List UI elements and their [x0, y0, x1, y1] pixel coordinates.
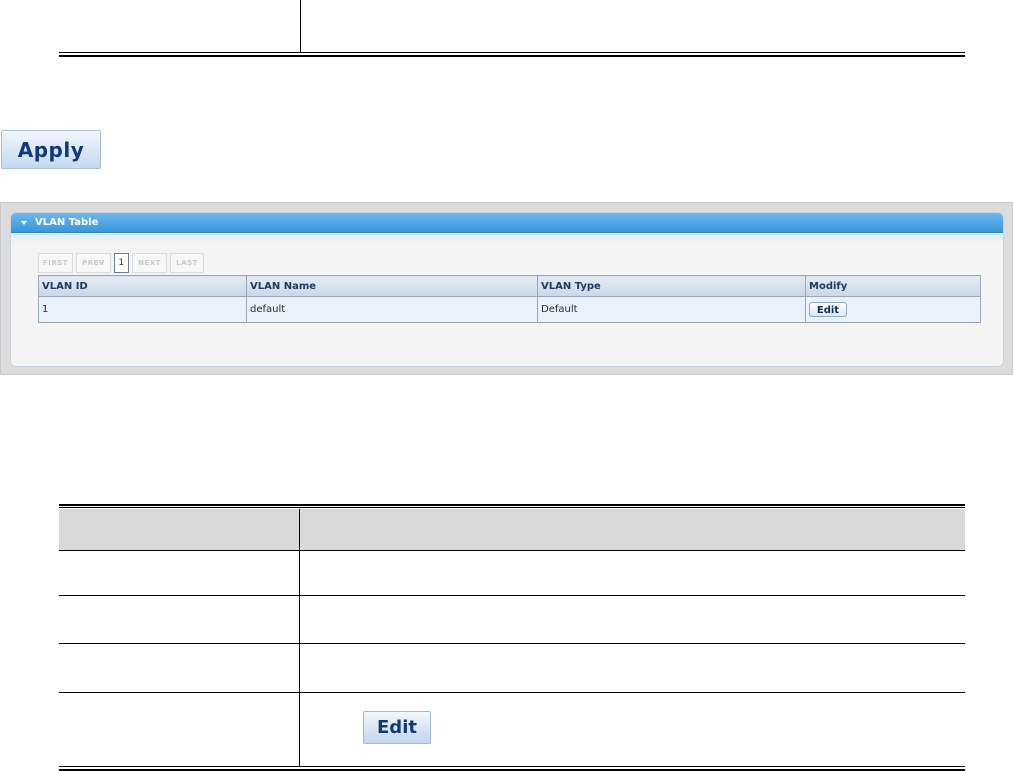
- panel-title: VLAN Table: [35, 217, 99, 228]
- description-table-row-divider: [59, 595, 965, 596]
- vlan-table-panel-frame: VLAN Table FIRST PREV 1 NEXT LAST VLAN I…: [0, 202, 1013, 375]
- description-table-bottom-border: [59, 766, 965, 767]
- description-table-row-divider: [59, 643, 965, 644]
- table-row: 1 default Default Edit: [38, 296, 981, 323]
- description-table-top-border-inner: [59, 507, 965, 508]
- panel-header[interactable]: VLAN Table: [11, 213, 1003, 233]
- column-header-vlan-type: VLAN Type: [537, 275, 806, 297]
- doc-table-bottom-border: [59, 55, 965, 57]
- pagination: FIRST PREV 1 NEXT LAST: [38, 253, 204, 273]
- table-header-row: VLAN ID VLAN Name VLAN Type Modify: [38, 275, 981, 297]
- vlan-table: VLAN ID VLAN Name VLAN Type Modify 1 def…: [38, 275, 981, 323]
- pager-first-button[interactable]: FIRST: [38, 253, 73, 273]
- cell-vlan-name: default: [246, 296, 538, 323]
- panel-header-band: [11, 233, 1003, 243]
- pager-prev-button[interactable]: PREV: [76, 253, 111, 273]
- description-table-top-border: [59, 504, 965, 506]
- edit-button[interactable]: Edit: [809, 302, 847, 317]
- description-table-row-divider: [59, 692, 965, 693]
- apply-button[interactable]: Apply: [1, 130, 101, 169]
- pager-last-button[interactable]: LAST: [170, 253, 204, 273]
- column-header-vlan-name: VLAN Name: [246, 275, 538, 297]
- description-table-header: [59, 509, 965, 551]
- column-header-vlan-id: VLAN ID: [38, 275, 247, 297]
- cell-modify: Edit: [805, 296, 981, 323]
- cell-vlan-id: 1: [38, 296, 247, 323]
- pager-next-button[interactable]: NEXT: [132, 253, 167, 273]
- pager-current-page[interactable]: 1: [114, 253, 129, 273]
- cell-vlan-type: Default: [537, 296, 806, 323]
- collapse-triangle-icon[interactable]: [21, 220, 27, 225]
- doc-table-divider: [300, 0, 301, 52]
- doc-table-fragment: [59, 0, 965, 58]
- description-table-column-divider: [299, 509, 300, 766]
- vlan-table-panel: VLAN Table FIRST PREV 1 NEXT LAST VLAN I…: [10, 212, 1004, 367]
- doc-table-row: [59, 0, 965, 53]
- edit-button-illustration[interactable]: Edit: [363, 711, 431, 744]
- column-header-modify: Modify: [805, 275, 981, 297]
